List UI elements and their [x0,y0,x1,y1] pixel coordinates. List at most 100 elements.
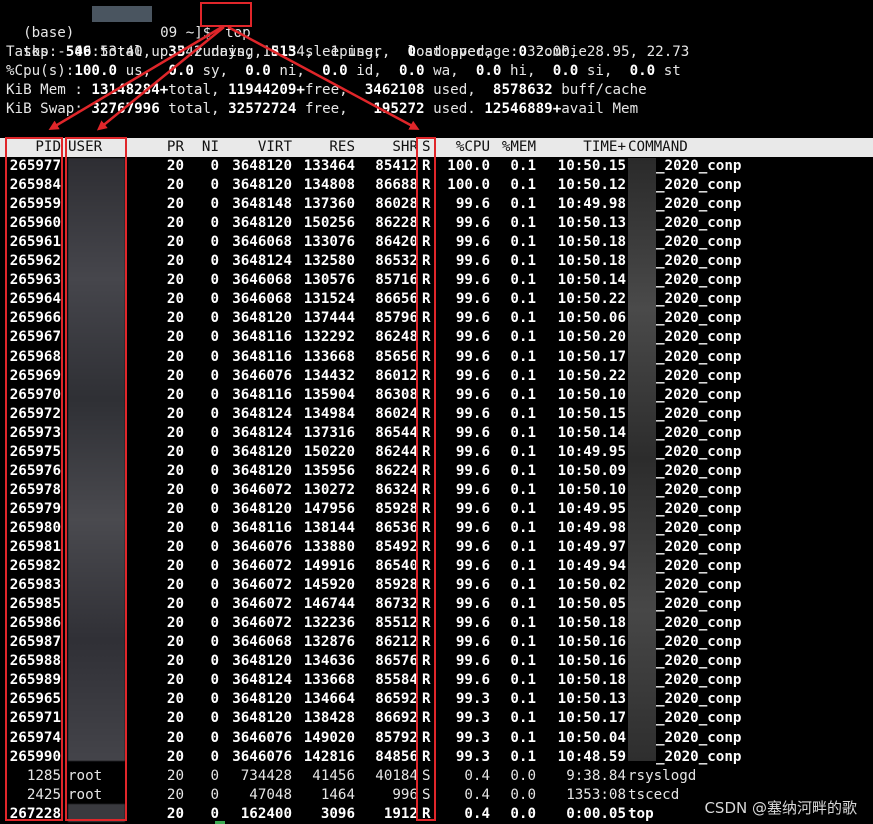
cell-virt: 3646068 [232,234,292,251]
cell-s: R [422,310,431,327]
cell-pid: 265977 [9,158,61,174]
table-row[interactable]: 265962 20 0 3648124 132580 86532 R 99.6 0.1 10:50… [6,252,873,271]
cell-virt: 3646072 [232,558,292,575]
col-pr[interactable]: PR [136,138,184,157]
cell-command: _2020_conp [656,158,742,174]
table-row[interactable]: 265961 20 0 3646068 133076 86420 R 99.6 0.1 10:50… [6,233,873,252]
cell-shr: 86012 [375,367,418,384]
table-row[interactable]: 265975 20 0 3648120 150220 86244 R 99.6 0.1 10:49… [6,443,873,462]
cell-virt: 3648116 [232,348,292,365]
cell-pid: 265974 [9,729,61,746]
table-row[interactable]: 265980 20 0 3648116 138144 86536 R 99.6 0.1 10:49… [6,519,873,538]
cell-mem: 0.1 [510,158,536,174]
cell-res: 132580 [303,253,355,270]
table-row[interactable]: 265977 20 0 3648120 133464 85412 R 100.0 0.1 10:5… [6,157,873,176]
cell-time: 10:50.14 [557,424,626,441]
table-row[interactable]: 265983 20 0 3646072 145920 85928 R 99.6 0.1 10:50… [6,576,873,595]
table-row[interactable]: 265978 20 0 3646072 130272 86324 R 99.6 0.1 10:50… [6,481,873,500]
cell-pid: 265987 [9,634,61,651]
cell-time: 10:50.18 [557,234,626,251]
table-row[interactable]: 265969 20 0 3646076 134432 86012 R 99.6 0.1 10:50… [6,367,873,386]
table-row[interactable]: 265971 20 0 3648120 138428 86692 R 99.3 0.1 10:50… [6,709,873,728]
table-row[interactable]: 265985 20 0 3646072 146744 86732 R 99.6 0.1 10:50… [6,595,873,614]
cell-res: 132876 [303,634,355,651]
table-row[interactable]: 265984 20 0 3648120 134808 86688 R 100.0 0.1 10:5… [6,176,873,195]
table-row[interactable]: 265987 20 0 3646068 132876 86212 R 99.6 0.1 10:50… [6,633,873,652]
col-command[interactable]: COMMAND [628,138,873,157]
cell-cpu: 99.3 [455,710,490,727]
cell-ni: 0 [210,786,219,803]
table-row[interactable]: 265986 20 0 3646072 132236 85512 R 99.6 0.1 10:50… [6,614,873,633]
cell-mem: 0.1 [510,215,536,232]
col-virt[interactable]: VIRT [220,138,292,157]
col-time[interactable]: TIME+ [546,138,626,157]
table-row[interactable]: 265963 20 0 3646068 130576 85716 R 99.6 0.1 10:50… [6,271,873,290]
cell-cpu: 0.4 [464,767,490,784]
cell-ni: 0 [210,519,219,536]
prompt-command[interactable]: top [208,5,251,41]
cell-time: 10:50.16 [557,634,626,651]
cell-mem: 0.1 [510,691,536,708]
cell-res: 1464 [320,786,355,803]
cell-pid: 265962 [9,253,61,270]
cell-shr: 86532 [375,253,418,270]
table-row[interactable]: 265959 20 0 3648148 137360 86028 R 99.6 0.1 10:49… [6,195,873,214]
table-row[interactable]: 265982 20 0 3646072 149916 86540 R 99.6 0.1 10:49… [6,557,873,576]
cell-shr: 85584 [375,672,418,689]
cell-shr: 85412 [375,158,418,174]
col-cpu[interactable]: %CPU [438,138,490,157]
cell-virt: 3648124 [232,672,292,689]
table-row[interactable]: 265976 20 0 3648120 135956 86224 R 99.6 0.1 10:50… [6,462,873,481]
cell-time: 10:50.13 [557,215,626,232]
cell-virt: 3646076 [232,729,292,746]
cell-res: 147956 [303,500,355,517]
table-row[interactable]: 265988 20 0 3648120 134636 86576 R 99.6 0.1 10:50… [6,652,873,671]
col-s[interactable]: S [422,138,434,157]
table-row[interactable]: 265967 20 0 3648116 132292 86248 R 99.6 0.1 10:50… [6,328,873,347]
table-row[interactable]: 1285 root 20 0 734428 41456 40184 S 0.4 0.0 9:38.8… [6,767,873,786]
cell-pr: 20 [166,786,184,803]
table-row[interactable]: 265990 20 0 3646076 142816 84856 R 99.3 0.1 10:48… [6,748,873,767]
table-row[interactable]: 265960 20 0 3648120 150256 86228 R 99.6 0.1 10:50… [6,214,873,233]
cell-pr: 20 [166,443,184,460]
table-row[interactable]: 265966 20 0 3648120 137444 85796 R 99.6 0.1 10:50… [6,309,873,328]
table-row[interactable]: 265981 20 0 3646076 133880 85492 R 99.6 0.1 10:49… [6,538,873,557]
cpu-ni-label: ni, [270,63,323,79]
table-row[interactable]: 265989 20 0 3648124 133668 85584 R 99.6 0.1 10:50… [6,671,873,690]
cell-ni: 0 [210,291,219,308]
table-row[interactable]: 265972 20 0 3648124 134984 86024 R 99.6 0.1 10:50… [6,405,873,424]
cell-time: 10:49.95 [557,500,626,517]
cell-res: 137360 [303,196,355,213]
table-row[interactable]: 265974 20 0 3646076 149020 85792 R 99.3 0.1 10:50… [6,729,873,748]
cell-cpu: 99.6 [455,634,490,651]
cell-s: R [422,405,431,422]
cpu-hi: 0.0 [475,63,502,79]
col-mem[interactable]: %MEM [496,138,536,157]
col-ni[interactable]: NI [191,138,219,157]
col-user[interactable]: USER [68,138,132,157]
table-row[interactable]: 265968 20 0 3648116 133668 85656 R 99.6 0.1 10:50… [6,348,873,367]
col-pid[interactable]: PID [6,138,61,157]
cell-res: 134984 [303,405,355,422]
col-res[interactable]: RES [296,138,355,157]
table-row[interactable]: 265965 20 0 3648120 134664 86592 R 99.3 0.1 10:50… [6,690,873,709]
cell-ni: 0 [210,672,219,689]
table-row[interactable]: 265970 20 0 3648116 135904 86308 R 99.6 0.1 10:50… [6,386,873,405]
cell-virt: 3648124 [232,405,292,422]
cell-shr: 40184 [375,767,418,784]
swap-used-label: used. [424,101,485,117]
table-row[interactable]: 265979 20 0 3648120 147956 85928 R 99.6 0.1 10:49… [6,500,873,519]
cell-command: _2020_conp [656,691,742,708]
shell-prompt-line: (base) [6,5,83,41]
cell-time: 10:50.22 [557,367,626,384]
table-row[interactable]: 265973 20 0 3648124 137316 86544 R 99.6 0.1 10:50… [6,424,873,443]
cell-pid: 265966 [9,310,61,327]
cell-mem: 0.1 [510,424,536,441]
table-row[interactable]: 265964 20 0 3646068 131524 86656 R 99.6 0.1 10:50… [6,290,873,309]
swap-label: KiB Swap: [6,101,92,117]
cell-time: 10:49.98 [557,519,626,536]
cell-s: R [422,519,431,536]
cell-res: 133668 [303,672,355,689]
col-shr[interactable]: SHR [356,138,418,157]
cell-res: 149020 [303,729,355,746]
